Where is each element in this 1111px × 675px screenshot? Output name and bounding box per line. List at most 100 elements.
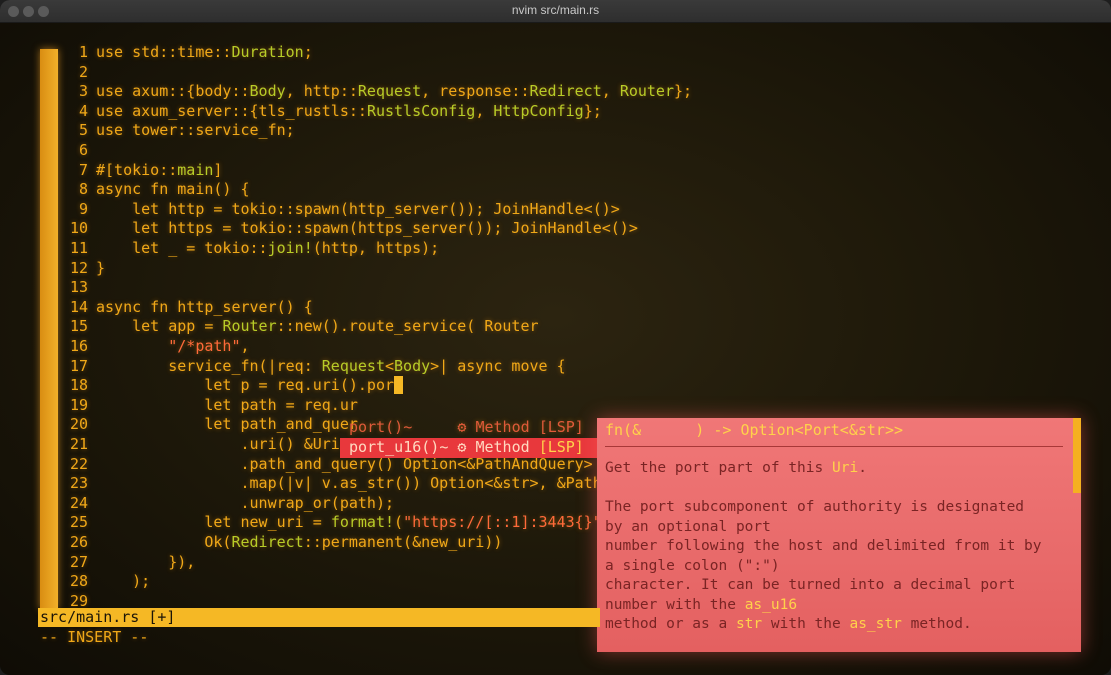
line-number: 5 [78, 121, 88, 140]
code-token: service_fn(|req: [168, 356, 322, 375]
code-line[interactable]: 26 Ok(Redirect::permanent(&new_uri)) [62, 533, 502, 552]
line-number: 18 [69, 376, 88, 395]
code-line[interactable]: 5 use tower::service_fn; [62, 121, 295, 140]
code-line[interactable]: 9 let http = tokio::spawn(http_server())… [62, 200, 620, 219]
code-line[interactable]: 6 [62, 141, 96, 160]
completion-item[interactable]: port()~ ⚙ Method [LSP] [340, 418, 597, 438]
code-token: (http, https); [312, 239, 440, 257]
code-line[interactable]: 21 .uri() &Uri [62, 435, 340, 454]
code-line[interactable]: 13 [62, 278, 96, 297]
line-number: 16 [69, 337, 88, 355]
code-token: Redirect [529, 82, 602, 101]
title-bar: nvim src/main.rs [0, 0, 1111, 23]
doc-scrollbar[interactable] [1073, 418, 1081, 493]
completion-item-kind: ⚙ Method [457, 418, 539, 436]
code-line[interactable]: 27 }), [62, 553, 195, 572]
line-number: 21 [69, 435, 88, 453]
window-title: nvim src/main.rs [511, 3, 600, 17]
code-token: let p = req.uri().por [204, 376, 395, 395]
line-number: 25 [69, 513, 88, 532]
code-token: ; [303, 43, 313, 61]
code-line[interactable]: 8 async fn main() { [62, 180, 250, 199]
line-number: 8 [78, 180, 88, 199]
mode-indicator: -- INSERT -- [40, 628, 149, 646]
code-token: .uri() &Uri [240, 435, 340, 453]
code-token: Duration [231, 43, 304, 61]
code-line[interactable]: 20 let path_and_quer [62, 415, 358, 434]
code-token: >| async move { [430, 356, 566, 375]
code-token: #[tokio:: [96, 160, 178, 179]
doc-line: by an optional port [605, 519, 771, 535]
terminal-screen: 1 use std::time::Duration; 2 3 use axum::{bo… [0, 23, 1111, 675]
doc-text: number following the host and delimited … [605, 538, 1042, 554]
completion-item-name: port_u16()~ [340, 438, 458, 456]
code-token: Redirect [231, 533, 304, 551]
doc-text: character. It can be turned into a decim… [605, 577, 1016, 593]
code-line[interactable]: 7 #[tokio::main] [62, 161, 222, 180]
completion-item[interactable]: port_u16()~ ⚙ Method [LSP] [340, 438, 597, 458]
text-cursor [394, 376, 404, 395]
code-line[interactable]: 17 service_fn(|req: Request<Body>| async… [62, 357, 566, 376]
code-token: main [177, 160, 214, 179]
doc-code-ref: as_str [849, 616, 902, 632]
code-line[interactable]: 10 let https = tokio::spawn(https_server… [62, 219, 638, 238]
code-line[interactable]: 19 let path = req.ur [62, 396, 358, 415]
code-line[interactable]: 24 .unwrap_or(path); [62, 494, 394, 513]
code-line[interactable]: 23 .map(|v| v.as_str()) Option<&str>, &P… [62, 474, 611, 493]
doc-text: method. [901, 616, 972, 632]
sign-column [40, 49, 58, 609]
code-line[interactable]: 4 use axum_server::{tls_rustls::RustlsCon… [62, 102, 602, 121]
code-line[interactable]: 14 async fn http_server() { [62, 298, 313, 317]
doc-line: character. It can be turned into a decim… [605, 577, 1015, 593]
code-token: let _ = tokio:: [132, 239, 268, 257]
doc-line: number with the as_u16 [605, 597, 797, 613]
code-line[interactable]: 11 let _ = tokio::join!(http, https); [62, 239, 439, 258]
code-line[interactable]: 25 let new_uri = format!("https://[::1]:… [62, 513, 611, 532]
doc-text: by an optional port [605, 518, 771, 535]
code-line[interactable]: 3 use axum::{body::Body, http::Request, r… [62, 82, 692, 101]
code-token: .map(|v| v.as_str()) Option<&str>, &Path… [240, 474, 611, 493]
code-line[interactable]: 18 let p = req.uri().por [62, 376, 404, 395]
code-line[interactable]: 16 "/*path", [62, 337, 250, 356]
code-token: , [601, 82, 620, 101]
code-line[interactable]: 15 let app = Router::new().route_service… [62, 317, 539, 336]
code-token: use tower::service_fn; [96, 121, 295, 140]
code-editor[interactable]: 1 use std::time::Duration; 2 3 use axum::{bo… [38, 43, 1090, 663]
code-line[interactable]: 12} [62, 259, 105, 278]
line-number: 4 [78, 101, 88, 120]
code-line[interactable]: 2 [62, 63, 96, 82]
code-token: ::permanent(&new_uri)) [303, 533, 503, 551]
code-token: let app = [132, 317, 223, 336]
code-token: Body [249, 82, 286, 101]
line-number: 3 [78, 82, 88, 101]
doc-text: a single colon (":") [605, 557, 780, 574]
doc-line: a single colon (":") [605, 558, 780, 574]
code-line[interactable]: 28 ); [62, 572, 150, 591]
code-token: Router [619, 82, 674, 101]
completion-menu[interactable]: port()~ ⚙ Method [LSP] port_u16()~ ⚙ Met… [340, 418, 597, 458]
code-token: ] [213, 160, 223, 179]
code-line[interactable]: 1 use std::time::Duration; [62, 43, 313, 62]
code-token: .unwrap_or(path); [240, 493, 395, 512]
completion-item-kind: ⚙ Method [457, 438, 539, 456]
code-token: ( [394, 513, 404, 532]
doc-code-ref: Uri [831, 460, 859, 476]
line-number: 27 [69, 552, 88, 571]
code-token: use axum_server::{tls_rustls:: [96, 101, 367, 120]
line-number: 22 [69, 454, 88, 473]
line-number: 13 [69, 278, 88, 297]
code-token: async fn main() { [96, 180, 250, 199]
